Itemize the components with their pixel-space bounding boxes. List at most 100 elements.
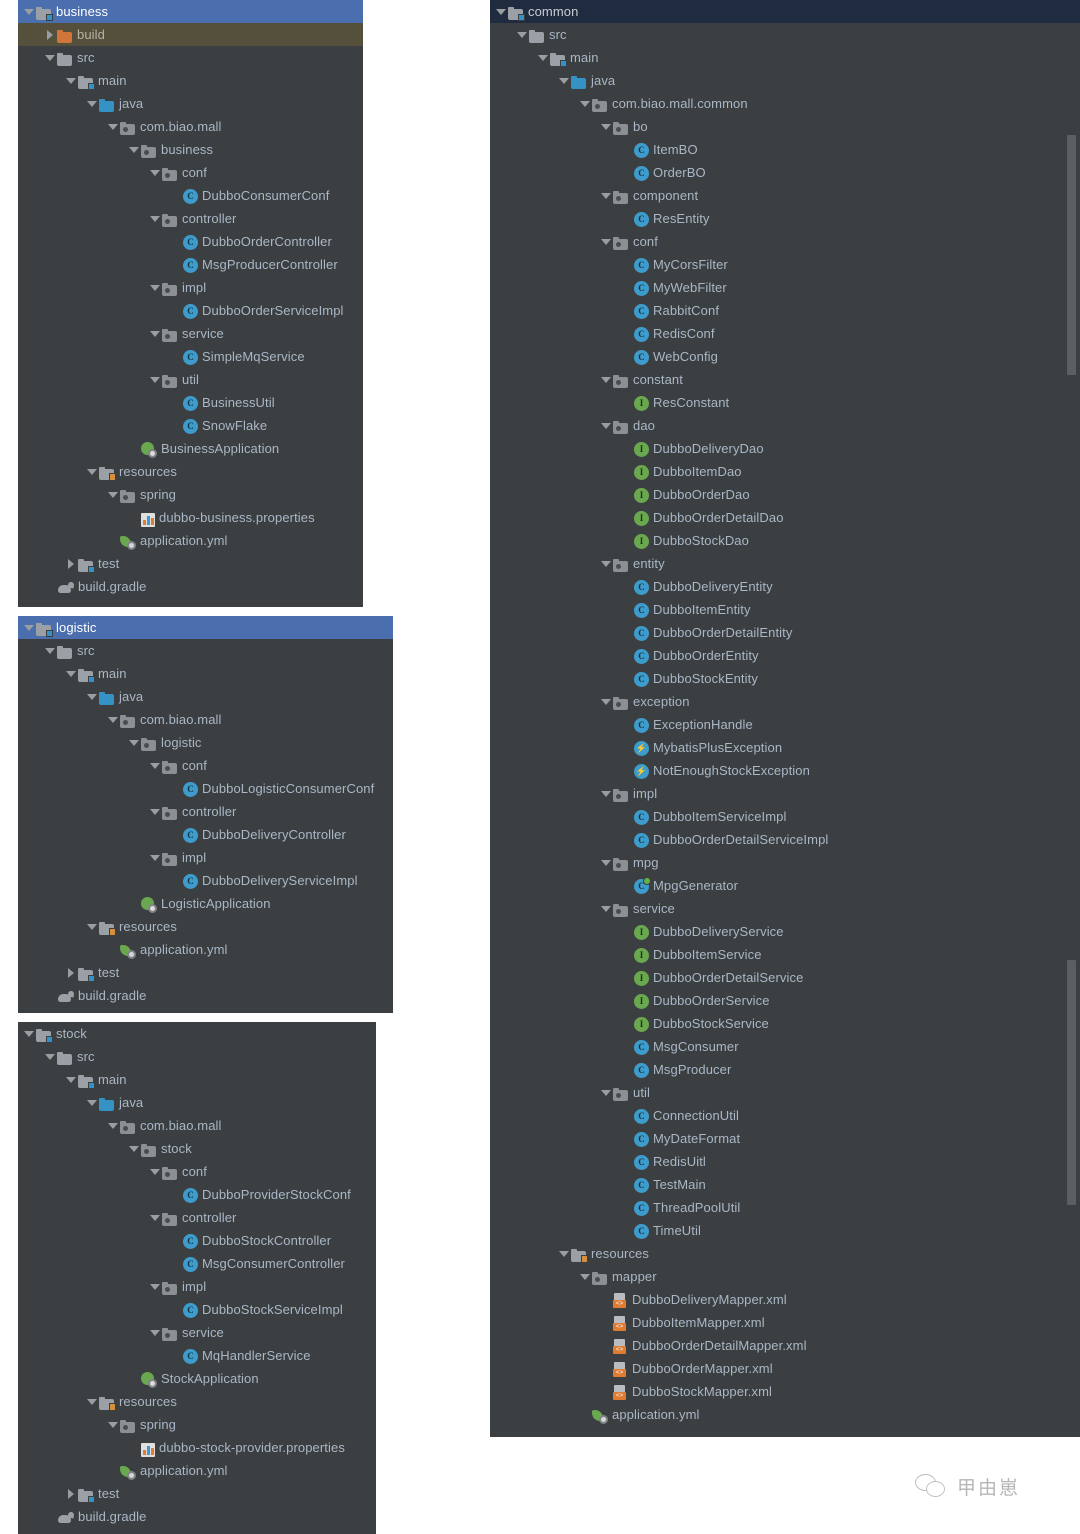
chevron-down-icon[interactable] (515, 23, 528, 46)
chevron-down-icon[interactable] (148, 161, 161, 184)
tree-row[interactable]: ⚡ MybatisPlusException (490, 736, 1080, 759)
tree-row[interactable]: impl (18, 846, 393, 869)
tree-row[interactable]: C ResEntity (490, 207, 1080, 230)
tree-row[interactable]: com.biao.mall.common (490, 92, 1080, 115)
tree-row[interactable]: service (490, 897, 1080, 920)
tree-row[interactable]: I ResConstant (490, 391, 1080, 414)
chevron-down-icon[interactable] (494, 0, 507, 23)
chevron-down-icon[interactable] (536, 46, 549, 69)
tree-row[interactable]: conf (490, 230, 1080, 253)
tree-row[interactable]: java (18, 1091, 376, 1114)
tree-row[interactable]: spring (18, 1413, 376, 1436)
project-tree-panel-logistic[interactable]: logistic src main java com.biao.mall logistic… (18, 616, 393, 1013)
tree-row[interactable]: <> DubboOrderMapper.xml (490, 1357, 1080, 1380)
tree-row[interactable]: com.biao.mall (18, 708, 393, 731)
chevron-down-icon[interactable] (148, 322, 161, 345)
tree-row[interactable]: C DubboStockEntity (490, 667, 1080, 690)
tree-row[interactable]: main (18, 662, 393, 685)
tree-row[interactable]: <> DubboOrderDetailMapper.xml (490, 1334, 1080, 1357)
chevron-down-icon[interactable] (106, 1413, 119, 1436)
chevron-down-icon[interactable] (106, 115, 119, 138)
scrollbar-thumb[interactable] (1067, 960, 1076, 1205)
chevron-down-icon[interactable] (127, 138, 140, 161)
chevron-down-icon[interactable] (148, 207, 161, 230)
tree-row[interactable]: C DubboOrderDetailEntity (490, 621, 1080, 644)
tree-row[interactable]: src (18, 46, 363, 69)
tree-row[interactable]: src (18, 1045, 376, 1068)
tree-row[interactable]: com.biao.mall (18, 1114, 376, 1137)
tree-row[interactable]: C BusinessUtil (18, 391, 363, 414)
chevron-down-icon[interactable] (127, 731, 140, 754)
tree-row[interactable]: I DubboOrderDetailService (490, 966, 1080, 989)
tree-row[interactable]: logistic (18, 731, 393, 754)
tree-row[interactable]: resources (18, 460, 363, 483)
tree-row[interactable]: com.biao.mall (18, 115, 363, 138)
tree-row[interactable]: exception (490, 690, 1080, 713)
chevron-down-icon[interactable] (106, 1114, 119, 1137)
tree-row[interactable]: resources (18, 1390, 376, 1413)
chevron-down-icon[interactable] (599, 115, 612, 138)
chevron-right-icon[interactable] (64, 552, 77, 575)
chevron-down-icon[interactable] (599, 690, 612, 713)
tree-row[interactable]: dubbo-business.properties (18, 506, 363, 529)
tree-row[interactable]: build (18, 23, 363, 46)
vertical-scrollbar[interactable] (1067, 0, 1078, 1437)
chevron-down-icon[interactable] (106, 708, 119, 731)
tree-row[interactable]: controller (18, 1206, 376, 1229)
tree-row[interactable]: controller (18, 800, 393, 823)
chevron-down-icon[interactable] (85, 1091, 98, 1114)
tree-row[interactable]: stock (18, 1137, 376, 1160)
tree-row[interactable]: spring (18, 483, 363, 506)
chevron-down-icon[interactable] (599, 230, 612, 253)
tree-row[interactable]: C DubboOrderDetailServiceImpl (490, 828, 1080, 851)
tree-row[interactable]: C DubboOrderController (18, 230, 363, 253)
tree-row[interactable]: application.yml (18, 938, 393, 961)
tree-row[interactable]: java (18, 92, 363, 115)
tree-row[interactable]: C SnowFlake (18, 414, 363, 437)
tree-row[interactable]: common (490, 0, 1080, 23)
chevron-down-icon[interactable] (599, 851, 612, 874)
tree-row[interactable]: I DubboDeliveryService (490, 920, 1080, 943)
chevron-down-icon[interactable] (85, 460, 98, 483)
project-tree-panel-stock[interactable]: stock src main java com.biao.mall stock conf C D… (18, 1022, 376, 1534)
tree-row[interactable]: C MqHandlerService (18, 1344, 376, 1367)
tree-row[interactable]: stock (18, 1022, 376, 1045)
chevron-down-icon[interactable] (557, 1242, 570, 1265)
chevron-down-icon[interactable] (599, 368, 612, 391)
tree-row[interactable]: conf (18, 754, 393, 777)
tree-row[interactable]: I DubboOrderDao (490, 483, 1080, 506)
tree-row[interactable]: main (18, 69, 363, 92)
tree-row[interactable]: C WebConfig (490, 345, 1080, 368)
chevron-down-icon[interactable] (599, 552, 612, 575)
chevron-down-icon[interactable] (599, 414, 612, 437)
tree-row[interactable]: I DubboStockDao (490, 529, 1080, 552)
tree-row[interactable]: C MsgConsumer (490, 1035, 1080, 1058)
tree-row[interactable]: java (490, 69, 1080, 92)
tree-row[interactable]: bo (490, 115, 1080, 138)
tree-row[interactable]: StockApplication (18, 1367, 376, 1390)
tree-row[interactable]: java (18, 685, 393, 708)
chevron-down-icon[interactable] (148, 276, 161, 299)
chevron-down-icon[interactable] (22, 0, 35, 23)
chevron-down-icon[interactable] (599, 1081, 612, 1104)
tree-row[interactable]: application.yml (490, 1403, 1080, 1426)
chevron-right-icon[interactable] (64, 961, 77, 984)
tree-row[interactable]: dao (490, 414, 1080, 437)
tree-row[interactable]: impl (18, 276, 363, 299)
tree-row[interactable]: resources (18, 915, 393, 938)
tree-row[interactable]: C DubboItemServiceImpl (490, 805, 1080, 828)
tree-row[interactable]: main (490, 46, 1080, 69)
tree-row[interactable]: src (18, 639, 393, 662)
tree-row[interactable]: main (18, 1068, 376, 1091)
tree-row[interactable]: I DubboDeliveryDao (490, 437, 1080, 460)
tree-row[interactable]: constant (490, 368, 1080, 391)
tree-row[interactable]: C MsgProducerController (18, 253, 363, 276)
tree-row[interactable]: C DubboOrderEntity (490, 644, 1080, 667)
chevron-down-icon[interactable] (85, 915, 98, 938)
tree-row[interactable]: service (18, 322, 363, 345)
tree-row[interactable]: ⚡ NotEnoughStockException (490, 759, 1080, 782)
tree-row[interactable]: build.gradle (18, 575, 363, 598)
tree-row[interactable]: test (18, 552, 363, 575)
tree-row[interactable]: I DubboItemService (490, 943, 1080, 966)
tree-row[interactable]: C DubboStockController (18, 1229, 376, 1252)
